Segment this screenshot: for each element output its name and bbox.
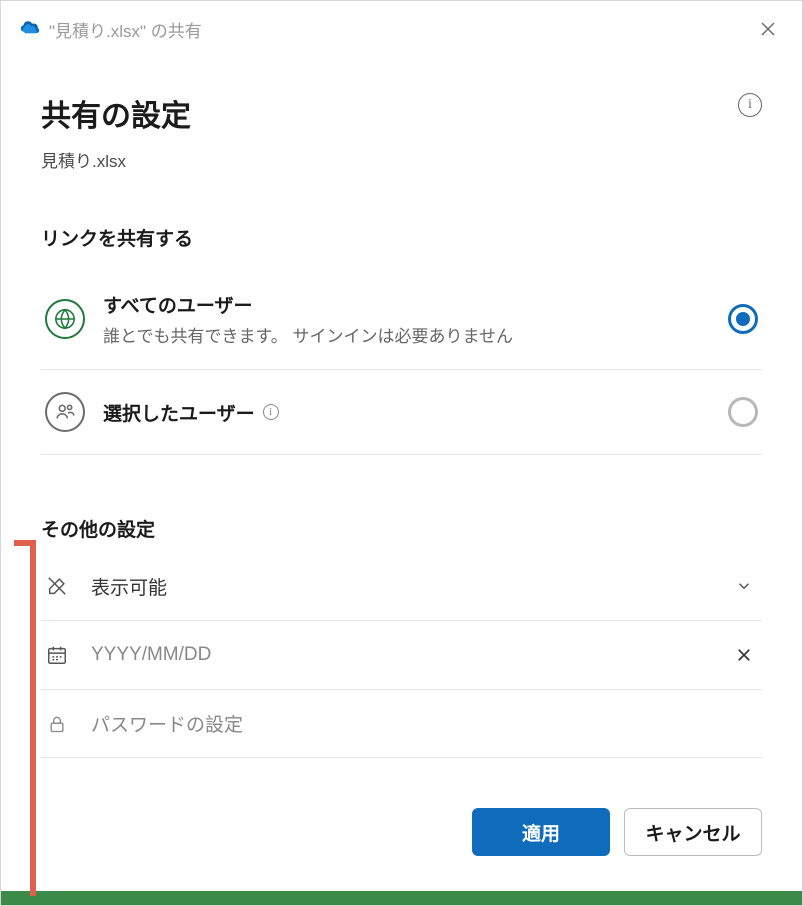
bottom-green-bar xyxy=(1,891,802,905)
page-title: 共有の設定 xyxy=(41,91,191,135)
option-everyone-desc: 誰とでも共有できます。 サインインは必要ありません xyxy=(103,322,710,347)
apply-button[interactable]: 適用 xyxy=(472,808,610,856)
share-settings-dialog: "見積り.xlsx" の共有 共有の設定 i 見積り.xlsx リンクを共有する… xyxy=(0,0,803,906)
radio-everyone[interactable] xyxy=(728,304,758,334)
permission-value: 表示可能 xyxy=(91,573,708,600)
permission-selector[interactable]: 表示可能 xyxy=(41,552,762,621)
titlebar-text: "見積り.xlsx" の共有 xyxy=(49,17,202,42)
filename-label: 見積り.xlsx xyxy=(41,147,762,172)
option-everyone-title: すべてのユーザー xyxy=(103,291,710,318)
lock-icon xyxy=(45,713,69,735)
onedrive-icon xyxy=(19,18,41,40)
option-selected-users-text: 選択したユーザー i xyxy=(103,399,710,426)
close-icon xyxy=(760,21,776,37)
option-selected-users[interactable]: 選択したユーザー i xyxy=(41,370,762,455)
permission-chevron[interactable] xyxy=(730,572,758,600)
password-field[interactable]: パスワードの設定 xyxy=(41,690,762,758)
pencil-slash-icon xyxy=(45,575,69,597)
dialog-footer: 適用 キャンセル xyxy=(41,808,762,856)
option-everyone[interactable]: すべてのユーザー 誰とでも共有できます。 サインインは必要ありません xyxy=(41,269,762,370)
annotation-marker-line xyxy=(30,540,36,896)
globe-icon xyxy=(45,299,85,339)
cancel-button[interactable]: キャンセル xyxy=(624,808,762,856)
expiration-date-field[interactable]: YYYY/MM/DD xyxy=(41,621,762,690)
close-button[interactable] xyxy=(752,13,784,45)
password-placeholder: パスワードの設定 xyxy=(91,710,758,737)
close-icon xyxy=(735,646,753,664)
clear-date-button[interactable] xyxy=(730,641,758,669)
section-link-share: リンクを共有する xyxy=(41,224,762,251)
expiration-date-placeholder: YYYY/MM/DD xyxy=(91,644,708,666)
people-icon xyxy=(45,392,85,432)
info-button[interactable]: i xyxy=(738,93,762,117)
info-inline-icon[interactable]: i xyxy=(263,404,279,420)
dialog-content: 共有の設定 i 見積り.xlsx リンクを共有する すべてのユーザー 誰とでも共… xyxy=(1,53,802,880)
section-more-settings: その他の設定 xyxy=(41,515,762,542)
titlebar: "見積り.xlsx" の共有 xyxy=(1,1,802,53)
option-everyone-text: すべてのユーザー 誰とでも共有できます。 サインインは必要ありません xyxy=(103,291,710,347)
chevron-down-icon xyxy=(735,577,753,595)
calendar-icon xyxy=(45,644,69,666)
option-selected-users-title: 選択したユーザー xyxy=(103,399,255,426)
radio-selected-users[interactable] xyxy=(728,397,758,427)
